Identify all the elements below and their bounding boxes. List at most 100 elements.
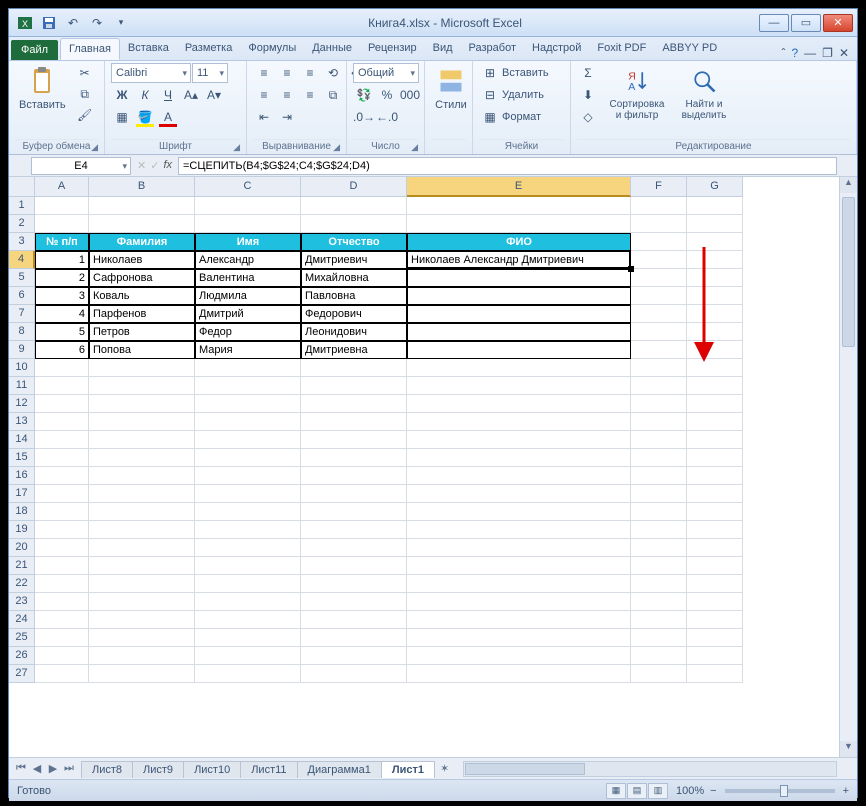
cell[interactable] — [35, 467, 89, 485]
cell[interactable] — [687, 431, 743, 449]
cell[interactable] — [407, 611, 631, 629]
merge-icon[interactable]: ⧉ — [322, 85, 344, 105]
cell[interactable] — [301, 197, 407, 215]
cell[interactable] — [687, 593, 743, 611]
cell[interactable] — [301, 611, 407, 629]
maximize-button[interactable]: ▭ — [791, 14, 821, 32]
cell[interactable] — [631, 449, 687, 467]
cell[interactable] — [631, 557, 687, 575]
ribbon-tab-foxit pdf[interactable]: Foxit PDF — [589, 38, 654, 60]
row-header[interactable]: 2 — [9, 215, 35, 233]
cell[interactable] — [35, 395, 89, 413]
cell[interactable] — [687, 503, 743, 521]
row-header[interactable]: 23 — [9, 593, 35, 611]
format-cells-icon[interactable]: ▦ — [479, 107, 501, 127]
cell[interactable] — [195, 431, 301, 449]
cell[interactable]: 6 — [35, 341, 89, 359]
sheet-tab[interactable]: Лист9 — [132, 761, 184, 778]
currency-icon[interactable]: 💱 — [353, 85, 375, 105]
ribbon-tab-abbyy pd[interactable]: ABBYY PD — [654, 38, 725, 60]
cell[interactable] — [195, 593, 301, 611]
cell[interactable] — [631, 467, 687, 485]
cell[interactable] — [687, 629, 743, 647]
cell[interactable] — [687, 521, 743, 539]
cell[interactable] — [687, 485, 743, 503]
row-header[interactable]: 22 — [9, 575, 35, 593]
cell[interactable] — [631, 359, 687, 377]
cell[interactable] — [687, 251, 743, 269]
cell[interactable] — [35, 611, 89, 629]
grow-font-icon[interactable]: A▴ — [180, 85, 202, 105]
sheet-tab[interactable]: Лист1 — [381, 761, 435, 778]
cell[interactable] — [301, 575, 407, 593]
column-header-A[interactable]: A — [35, 177, 89, 197]
cell[interactable]: Попова — [89, 341, 195, 359]
cell[interactable] — [195, 467, 301, 485]
cell[interactable] — [89, 665, 195, 683]
cell[interactable] — [301, 215, 407, 233]
cell[interactable] — [687, 305, 743, 323]
normal-view-icon[interactable]: ▦ — [606, 783, 626, 799]
cell[interactable]: Леонидович — [301, 323, 407, 341]
vertical-scrollbar[interactable]: ▲ ▼ — [839, 177, 857, 757]
row-header[interactable]: 8 — [9, 323, 35, 341]
comma-icon[interactable]: 000 — [399, 85, 421, 105]
cell[interactable] — [407, 539, 631, 557]
cell[interactable] — [301, 377, 407, 395]
cell[interactable] — [407, 593, 631, 611]
cell[interactable] — [687, 665, 743, 683]
cell[interactable] — [301, 629, 407, 647]
close-button[interactable]: ✕ — [823, 14, 853, 32]
cell[interactable] — [687, 611, 743, 629]
cell[interactable] — [89, 485, 195, 503]
cell[interactable] — [301, 449, 407, 467]
sheet-nav-prev-icon[interactable]: ◀ — [29, 762, 45, 775]
cell[interactable] — [35, 449, 89, 467]
font-launcher-icon[interactable]: ◢ — [233, 142, 240, 153]
autosum-icon[interactable]: Σ — [577, 63, 599, 83]
ribbon-tab-надстрой[interactable]: Надстрой — [524, 38, 589, 60]
cell[interactable]: Федор — [195, 323, 301, 341]
cell[interactable]: 2 — [35, 269, 89, 287]
italic-button[interactable]: К — [134, 85, 156, 105]
new-sheet-icon[interactable]: ✶ — [434, 762, 455, 775]
cell[interactable] — [407, 467, 631, 485]
ribbon-tab-формулы[interactable]: Формулы — [240, 38, 304, 60]
cell[interactable] — [407, 287, 631, 305]
align-left-icon[interactable]: ≡ — [253, 85, 275, 105]
insert-cells-icon[interactable]: ⊞ — [479, 63, 501, 83]
cell[interactable] — [631, 665, 687, 683]
row-header[interactable]: 19 — [9, 521, 35, 539]
cell[interactable] — [407, 395, 631, 413]
page-break-view-icon[interactable]: ▥ — [648, 783, 668, 799]
cell[interactable]: Петров — [89, 323, 195, 341]
cell[interactable] — [195, 395, 301, 413]
cell[interactable]: Валентина — [195, 269, 301, 287]
underline-button[interactable]: Ч — [157, 85, 179, 105]
column-header-G[interactable]: G — [687, 177, 743, 197]
cell[interactable] — [631, 611, 687, 629]
cell[interactable] — [35, 539, 89, 557]
row-header[interactable]: 7 — [9, 305, 35, 323]
cell[interactable] — [687, 395, 743, 413]
cell[interactable] — [631, 629, 687, 647]
cell[interactable] — [89, 197, 195, 215]
row-header[interactable]: 4 — [9, 251, 35, 269]
cell[interactable] — [89, 647, 195, 665]
sort-filter-button[interactable]: ЯА Сортировка и фильтр — [603, 63, 671, 123]
cell[interactable] — [687, 287, 743, 305]
clipboard-launcher-icon[interactable]: ◢ — [91, 142, 98, 153]
cell[interactable] — [195, 647, 301, 665]
undo-icon[interactable]: ↶ — [63, 13, 83, 33]
cell[interactable] — [407, 557, 631, 575]
page-layout-view-icon[interactable]: ▤ — [627, 783, 647, 799]
cell[interactable] — [631, 485, 687, 503]
cell[interactable] — [631, 305, 687, 323]
cell[interactable]: № п/п — [35, 233, 89, 251]
cell[interactable] — [89, 629, 195, 647]
paste-button[interactable]: Вставить — [15, 63, 70, 113]
column-header-E[interactable]: E — [407, 177, 631, 197]
cell[interactable] — [35, 485, 89, 503]
row-header[interactable]: 1 — [9, 197, 35, 215]
cell[interactable] — [35, 647, 89, 665]
